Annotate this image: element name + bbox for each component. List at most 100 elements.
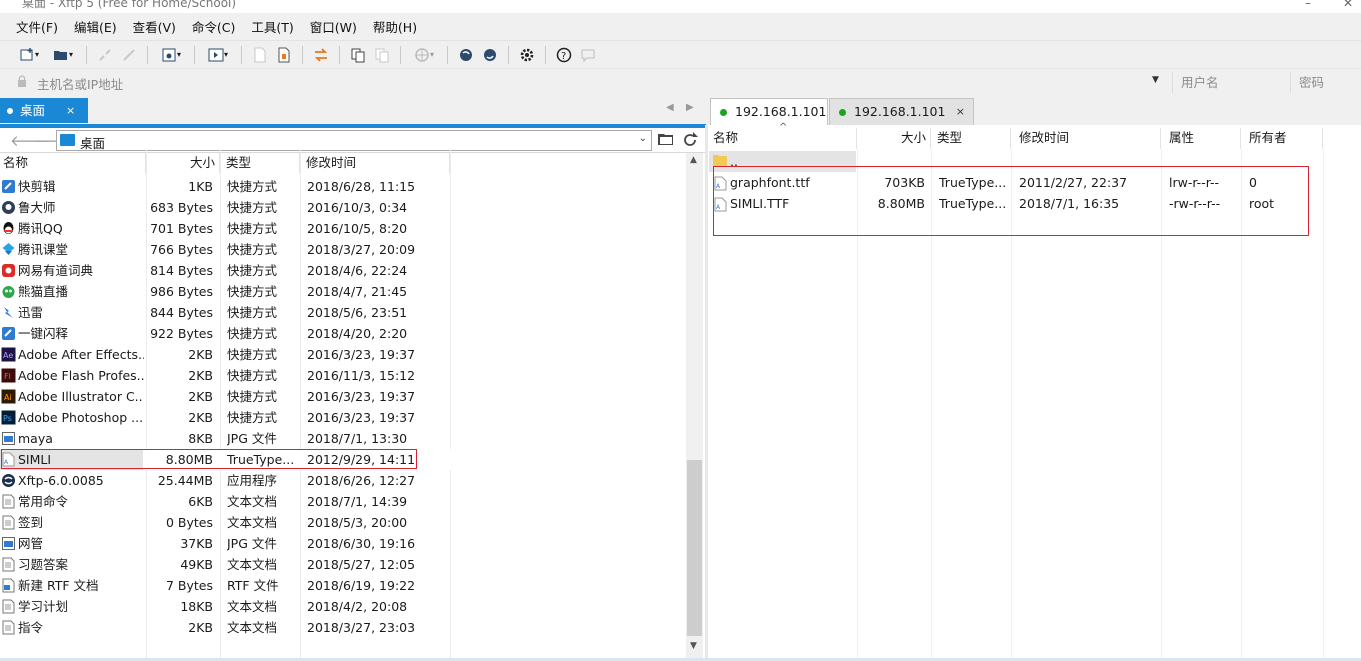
col-name[interactable]: 名称 [0, 153, 146, 174]
file-name: 网易有道词典 [18, 263, 94, 278]
file-row[interactable]: Ai Adobe Illustrator C... 2KB 快捷方式 2016/3/23… [0, 386, 686, 407]
refresh-icon[interactable] [681, 131, 701, 149]
file-row[interactable]: 鲁大师 683 Bytes 快捷方式 2016/10/3, 0:34 [0, 197, 686, 218]
close-tab-icon[interactable]: × [956, 99, 965, 124]
file-row[interactable]: 指令 2KB 文本文档 2018/3/27, 23:03 [0, 617, 686, 638]
file-type: 应用程序 [227, 473, 278, 488]
svg-text:Ps: Ps [3, 414, 12, 423]
file-modified: 2018/5/6, 23:51 [307, 305, 408, 320]
text-file-icon [1, 620, 16, 635]
svg-text:Fl: Fl [4, 372, 11, 381]
file-row[interactable]: 熊猫直播 986 Bytes 快捷方式 2018/4/7, 21:45 [0, 281, 686, 302]
file-row[interactable]: 腾讯课堂 766 Bytes 快捷方式 2018/3/27, 20:09 [0, 239, 686, 260]
username-input[interactable]: 用户名 [1172, 72, 1290, 93]
gear-icon[interactable] [517, 45, 537, 65]
file-type: 快捷方式 [227, 263, 278, 278]
help-icon[interactable]: ? [554, 45, 574, 65]
connect-icon[interactable] [95, 45, 115, 65]
file-name: 网管 [18, 536, 44, 551]
file-size: 49KB [180, 557, 213, 572]
pane-divider[interactable] [705, 125, 708, 661]
file-row[interactable]: 新建 RTF 文档 7 Bytes RTF 文件 2018/6/19, 19:22 [0, 575, 686, 596]
file-modified: 2018/4/2, 20:08 [307, 599, 408, 614]
copy-icon[interactable] [348, 45, 368, 65]
remote-col-modified[interactable]: 修改时间 [1011, 128, 1161, 149]
minimize-icon[interactable]: – [1300, 0, 1316, 10]
rtf-file-icon [1, 578, 16, 593]
menu-file[interactable]: 文件(F) [8, 17, 66, 36]
host-dropdown-icon[interactable]: ▼ [1152, 75, 1159, 85]
local-path-input[interactable]: 桌面 ⌄ [56, 130, 652, 151]
new-session-icon[interactable]: ▾ [14, 45, 44, 65]
menu-window[interactable]: 窗口(W) [302, 17, 365, 36]
file-row[interactable]: 腾讯QQ 701 Bytes 快捷方式 2016/10/5, 8:20 [0, 218, 686, 239]
file-size: 701 Bytes [150, 221, 213, 236]
host-input[interactable]: 主机名或IP地址 [37, 74, 123, 93]
paste-icon[interactable] [372, 45, 392, 65]
remote-col-attr[interactable]: 属性 [1161, 128, 1241, 149]
file-row[interactable]: 习题答案 49KB 文本文档 2018/5/27, 12:05 [0, 554, 686, 575]
file-row[interactable]: 迅雷 844 Bytes 快捷方式 2018/5/6, 23:51 [0, 302, 686, 323]
menu-command[interactable]: 命令(C) [184, 17, 243, 36]
disconnect-icon[interactable] [119, 45, 139, 65]
file-size: 2KB [188, 620, 213, 635]
menu-view[interactable]: 查看(V) [125, 17, 184, 36]
tab-prev-icon[interactable]: ◀ [666, 102, 674, 113]
file-row[interactable]: 学习计划 18KB 文本文档 2018/4/2, 20:08 [0, 596, 686, 617]
xshell-icon[interactable] [456, 45, 476, 65]
file-row[interactable]: Xftp-6.0.0085 25.44MB 应用程序 2018/6/26, 12:27 [0, 470, 686, 491]
file-row[interactable]: 快剪辑 1KB 快捷方式 2018/6/28, 11:15 [0, 176, 686, 197]
tab-next-icon[interactable]: ▶ [686, 102, 694, 113]
file-modified: 2018/3/27, 20:09 [307, 242, 416, 257]
toolbar-separator [302, 45, 303, 64]
scroll-down-icon[interactable]: ▼ [690, 641, 697, 651]
local-scrollbar[interactable]: ▲ ▼ [686, 153, 703, 658]
menu-tools[interactable]: 工具(T) [243, 17, 301, 36]
file-name: 鲁大师 [18, 200, 56, 215]
folder-up-icon[interactable] [657, 131, 677, 149]
menu-edit[interactable]: 编辑(E) [66, 17, 125, 36]
file-row[interactable]: 一键闪释 922 Bytes 快捷方式 2018/4/20, 2:20 [0, 323, 686, 344]
close-window-icon[interactable]: ✕ [1340, 0, 1356, 10]
xmanager-icon[interactable] [480, 45, 500, 65]
sync-icon[interactable] [311, 45, 331, 65]
globe-icon[interactable]: ▾ [409, 45, 439, 65]
chat-icon[interactable] [578, 45, 598, 65]
file-row[interactable]: 签到 0 Bytes 文本文档 2018/5/3, 20:00 [0, 512, 686, 533]
file-row[interactable]: maya 8KB JPG 文件 2018/7/1, 13:30 [0, 428, 686, 449]
tab-remote-2[interactable]: 192.168.1.101 × [829, 98, 974, 125]
close-tab-icon[interactable]: × [66, 98, 75, 123]
new-file-orange-icon[interactable] [274, 45, 294, 65]
remote-col-type[interactable]: 类型 [931, 128, 1011, 149]
col-size[interactable]: 大小 [146, 153, 220, 174]
file-row[interactable]: 常用命令 6KB 文本文档 2018/7/1, 14:39 [0, 491, 686, 512]
file-row[interactable]: Fl Adobe Flash Profes... 2KB 快捷方式 2016/11/3,… [0, 365, 686, 386]
file-row[interactable]: Ps Adobe Photoshop ... 2KB 快捷方式 2016/3/23, 1… [0, 407, 686, 428]
file-modified: 2016/10/3, 0:34 [307, 200, 408, 215]
col-type[interactable]: 类型 [220, 153, 300, 174]
tab-remote-1[interactable]: 192.168.1.101 [710, 98, 828, 125]
password-input[interactable]: 密码 [1290, 72, 1361, 93]
file-modified: 2018/6/19, 19:22 [307, 578, 416, 593]
scroll-up-icon[interactable]: ▲ [690, 155, 697, 165]
remote-col-size[interactable]: 大小 [857, 128, 931, 149]
transfer-icon[interactable]: ▾ [203, 45, 233, 65]
menu-help[interactable]: 帮助(H) [365, 17, 425, 36]
path-dropdown-icon[interactable]: ⌄ [639, 133, 647, 144]
file-type: 快捷方式 [227, 242, 278, 257]
file-row[interactable]: 网易有道词典 814 Bytes 快捷方式 2018/4/6, 22:24 [0, 260, 686, 281]
remote-col-owner[interactable]: 所有者 [1241, 128, 1323, 149]
col-modified[interactable]: 修改时间 [300, 153, 450, 174]
file-row[interactable]: 网管 37KB JPG 文件 2018/6/30, 19:16 [0, 533, 686, 554]
new-file-icon[interactable] [250, 45, 270, 65]
file-size: 37KB [180, 536, 213, 551]
session-properties-icon[interactable]: ▾ [156, 45, 186, 65]
file-row[interactable]: Ae Adobe After Effects... 2KB 快捷方式 2016/3/23… [0, 344, 686, 365]
open-folder-icon[interactable]: ▾ [48, 45, 78, 65]
scroll-thumb[interactable] [687, 460, 702, 636]
tab-local-desktop[interactable]: 桌面 × [0, 98, 88, 123]
file-size: 2KB [188, 347, 213, 362]
sort-indicator-icon: ^ [779, 122, 788, 133]
file-name: Adobe Illustrator C... [18, 389, 144, 404]
file-size: 683 Bytes [150, 200, 213, 215]
